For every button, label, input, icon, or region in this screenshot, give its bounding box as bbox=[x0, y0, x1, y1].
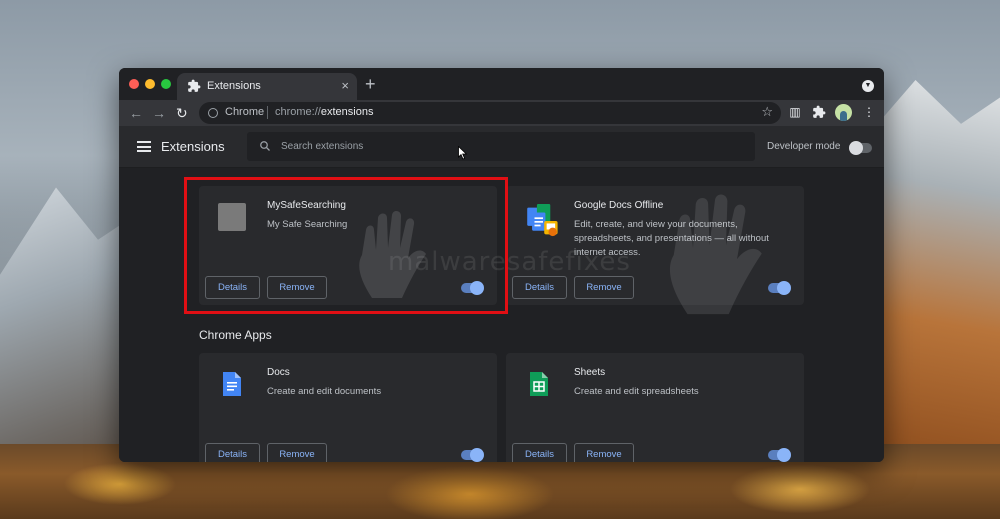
details-button[interactable]: Details bbox=[512, 276, 567, 299]
tab-title: Extensions bbox=[207, 80, 261, 92]
app-name: Sheets bbox=[574, 367, 606, 378]
tab-strip: Extensions × + ▼ bbox=[119, 68, 884, 100]
close-tab-icon[interactable]: × bbox=[341, 78, 349, 94]
details-button[interactable]: Details bbox=[205, 276, 260, 299]
extensions-puzzle-icon[interactable] bbox=[812, 105, 826, 119]
page-title: Extensions bbox=[161, 139, 225, 154]
search-input[interactable] bbox=[281, 137, 741, 156]
profile-avatar[interactable] bbox=[835, 104, 852, 121]
puzzle-icon bbox=[188, 79, 201, 92]
app-enable-toggle[interactable] bbox=[768, 448, 791, 462]
extension-enable-toggle[interactable] bbox=[461, 281, 484, 295]
remove-button[interactable]: Remove bbox=[574, 276, 634, 299]
bookmark-star-icon[interactable]: ☆ bbox=[761, 104, 773, 120]
close-window-button[interactable] bbox=[129, 79, 139, 89]
browser-toolbar: ← → ↻ Chrome chrome://extensions ☆ ▥ ⋮ bbox=[119, 100, 884, 126]
new-tab-button[interactable]: + bbox=[365, 74, 376, 94]
extension-enable-toggle[interactable] bbox=[768, 281, 791, 295]
tab-extensions[interactable]: Extensions × bbox=[177, 73, 357, 100]
maximize-window-button[interactable] bbox=[161, 79, 171, 89]
search-bar[interactable] bbox=[247, 132, 755, 161]
google-sheets-icon bbox=[530, 372, 548, 396]
url-prefix: chrome:// bbox=[275, 106, 321, 118]
google-docs-offline-icon bbox=[527, 204, 558, 237]
watermark-text: malwaresafefixes bbox=[388, 247, 631, 277]
search-icon bbox=[260, 141, 270, 151]
mouse-cursor-icon bbox=[458, 146, 468, 160]
reload-icon[interactable]: ↻ bbox=[176, 104, 188, 122]
extensions-header: Extensions Developer mode bbox=[119, 126, 884, 168]
forward-arrow-icon[interactable]: → bbox=[152, 104, 166, 122]
app-name: Docs bbox=[267, 367, 290, 378]
remove-button[interactable]: Remove bbox=[574, 443, 634, 462]
chrome-apps-heading: Chrome Apps bbox=[199, 328, 272, 342]
developer-mode-toggle[interactable] bbox=[849, 141, 872, 155]
minimize-window-button[interactable] bbox=[145, 79, 155, 89]
extension-name: MySafeSearching bbox=[267, 200, 346, 211]
app-description: Create and edit documents bbox=[267, 386, 382, 397]
generic-extension-icon bbox=[218, 203, 246, 231]
omnibox-divider bbox=[267, 106, 268, 119]
hamburger-menu-icon[interactable] bbox=[137, 141, 151, 152]
google-docs-icon bbox=[223, 372, 241, 396]
watermark-hand-icon-large bbox=[669, 194, 762, 315]
address-bar[interactable]: Chrome chrome://extensions ☆ bbox=[199, 102, 781, 124]
extension-name: Google Docs Offline bbox=[574, 200, 664, 211]
app-card-docs: Docs Create and edit documents Details R… bbox=[199, 353, 497, 462]
details-button[interactable]: Details bbox=[205, 443, 260, 462]
details-button[interactable]: Details bbox=[512, 443, 567, 462]
tab-search-icon[interactable]: ▼ bbox=[862, 80, 874, 92]
url-host: extensions bbox=[320, 106, 374, 118]
omnibox-chip: Chrome bbox=[225, 106, 265, 118]
remove-button[interactable]: Remove bbox=[267, 443, 327, 462]
omnibox-url: chrome://extensions bbox=[275, 106, 373, 118]
app-enable-toggle[interactable] bbox=[461, 448, 484, 462]
kebab-menu-icon[interactable]: ⋮ bbox=[862, 105, 876, 119]
chrome-page-icon bbox=[208, 108, 218, 118]
developer-mode-label: Developer mode bbox=[767, 141, 841, 152]
extension-card-mysafesearching: MySafeSearching My Safe Searching Detail… bbox=[199, 186, 497, 305]
remove-button[interactable]: Remove bbox=[267, 276, 327, 299]
app-description: Create and edit spreadsheets bbox=[574, 386, 699, 397]
back-arrow-icon[interactable]: ← bbox=[129, 104, 143, 122]
app-card-sheets: Sheets Create and edit spreadsheets Deta… bbox=[506, 353, 804, 462]
reading-list-icon[interactable]: ▥ bbox=[788, 105, 802, 119]
